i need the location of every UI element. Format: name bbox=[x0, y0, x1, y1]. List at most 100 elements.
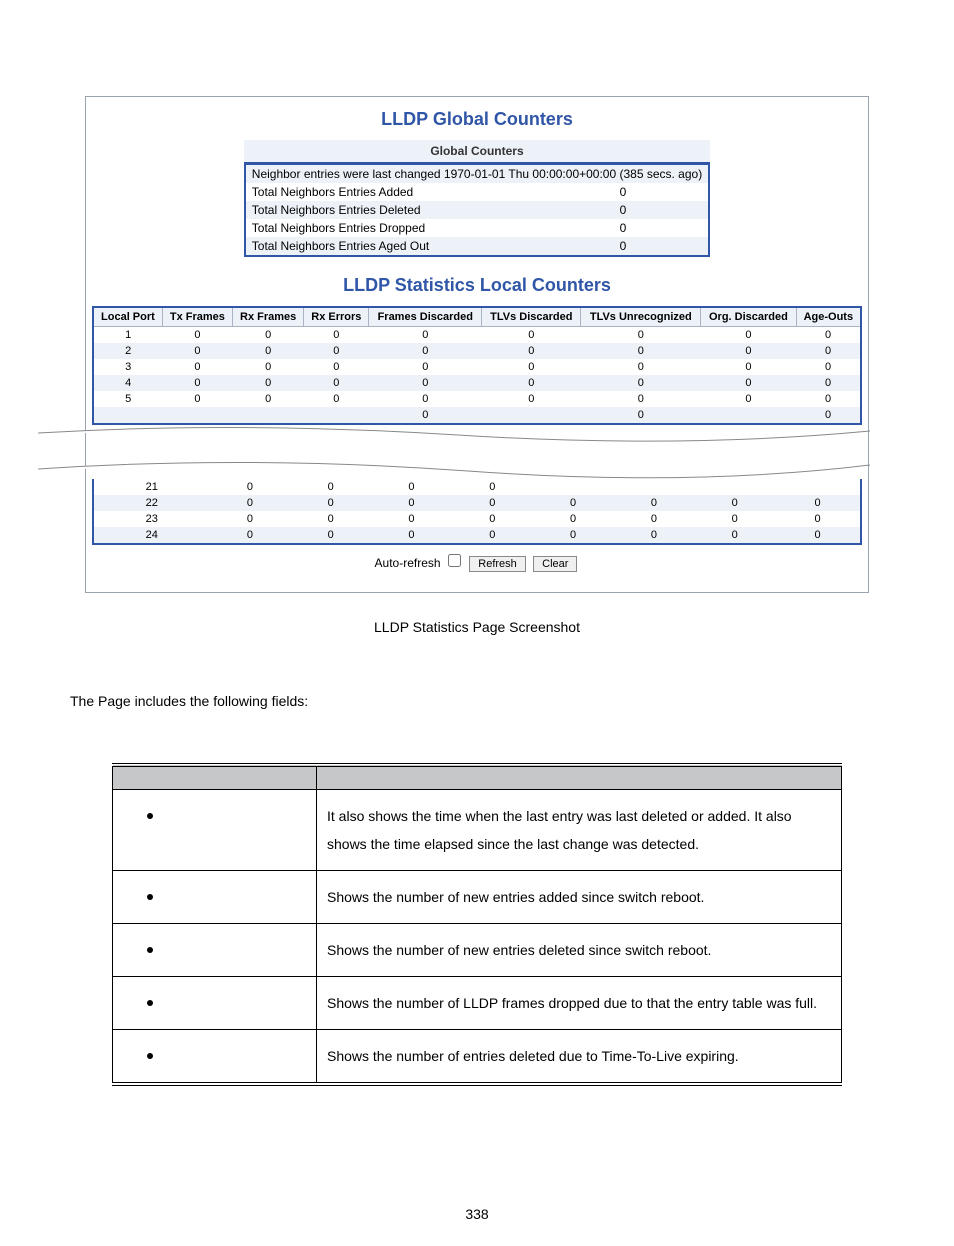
local-cell: 0 bbox=[796, 407, 861, 424]
local-cell: 0 bbox=[694, 527, 775, 544]
local-cell: 0 bbox=[533, 527, 614, 544]
local-cell: 0 bbox=[775, 495, 861, 511]
local-cell: 0 bbox=[290, 527, 371, 544]
local-cell: 0 bbox=[581, 343, 701, 359]
page-tear bbox=[86, 425, 868, 479]
local-cell: 0 bbox=[581, 327, 701, 344]
table-row: 500000000 bbox=[93, 391, 861, 407]
fields-description-table: It also shows the time when the last ent… bbox=[112, 763, 842, 1086]
table-row: 200000000 bbox=[93, 343, 861, 359]
local-cell: 0 bbox=[533, 495, 614, 511]
local-cell: 0 bbox=[369, 407, 482, 424]
local-cell bbox=[694, 479, 775, 495]
local-cell: 0 bbox=[371, 479, 452, 495]
local-cell: 0 bbox=[701, 359, 796, 375]
field-object-cell bbox=[113, 1030, 317, 1085]
global-row-value: 0 bbox=[538, 237, 709, 256]
local-cell: 0 bbox=[232, 391, 303, 407]
local-cell: 0 bbox=[694, 495, 775, 511]
local-cell: 0 bbox=[232, 343, 303, 359]
local-cell: 0 bbox=[581, 407, 701, 424]
local-header-cell: Tx Frames bbox=[162, 307, 232, 327]
local-header-cell: Local Port bbox=[93, 307, 162, 327]
local-cell: 0 bbox=[452, 495, 533, 511]
local-cell: 0 bbox=[694, 511, 775, 527]
local-cell: 0 bbox=[452, 479, 533, 495]
local-cell: 0 bbox=[304, 359, 369, 375]
local-header-cell: TLVs Unrecognized bbox=[581, 307, 701, 327]
local-cell: 0 bbox=[162, 359, 232, 375]
local-cell: 0 bbox=[796, 343, 861, 359]
refresh-button[interactable]: Refresh bbox=[469, 556, 526, 572]
local-cell: 0 bbox=[232, 359, 303, 375]
local-cell: 0 bbox=[290, 495, 371, 511]
clear-button[interactable]: Clear bbox=[533, 556, 577, 572]
local-header-cell: Age-Outs bbox=[796, 307, 861, 327]
local-cell: 0 bbox=[701, 343, 796, 359]
table-row: 100000000 bbox=[93, 327, 861, 344]
local-cell: 0 bbox=[452, 511, 533, 527]
local-cell bbox=[304, 407, 369, 424]
local-cell: 0 bbox=[232, 327, 303, 344]
auto-refresh-checkbox[interactable] bbox=[448, 554, 461, 567]
table-row: 300000000 bbox=[93, 359, 861, 375]
local-cell: 0 bbox=[210, 527, 291, 544]
local-cell: 0 bbox=[581, 359, 701, 375]
global-counters-title: LLDP Global Counters bbox=[92, 109, 862, 130]
auto-refresh-label: Auto-refresh bbox=[375, 556, 441, 570]
local-cell: 23 bbox=[93, 511, 210, 527]
local-cell: 0 bbox=[371, 495, 452, 511]
field-description-cell: Shows the number of entries deleted due … bbox=[317, 1030, 842, 1085]
local-cell: 22 bbox=[93, 495, 210, 511]
local-cell: 0 bbox=[304, 375, 369, 391]
table-row: 400000000 bbox=[93, 375, 861, 391]
global-row-label: Total Neighbors Entries Deleted bbox=[245, 201, 538, 219]
local-cell: 0 bbox=[701, 391, 796, 407]
local-cell bbox=[613, 479, 694, 495]
local-cell: 3 bbox=[93, 359, 162, 375]
local-cell: 0 bbox=[482, 327, 581, 344]
local-cell: 21 bbox=[93, 479, 210, 495]
local-counters-table-cont: 210000220000000023000000002400000000 bbox=[92, 479, 862, 545]
local-cell: 0 bbox=[210, 479, 291, 495]
table-row: 210000 bbox=[93, 479, 861, 495]
bullet-icon bbox=[147, 894, 153, 900]
local-cell: 0 bbox=[371, 527, 452, 544]
local-header-cell: Rx Frames bbox=[232, 307, 303, 327]
local-cell: 0 bbox=[162, 375, 232, 391]
local-cell: 0 bbox=[371, 511, 452, 527]
screenshot-caption: LLDP Statistics Page Screenshot bbox=[0, 619, 954, 635]
local-cell: 0 bbox=[369, 343, 482, 359]
local-cell: 0 bbox=[304, 391, 369, 407]
local-cell: 0 bbox=[452, 527, 533, 544]
field-object-cell bbox=[113, 790, 317, 871]
local-cell: 0 bbox=[162, 391, 232, 407]
local-cell: 0 bbox=[613, 527, 694, 544]
local-cell: 1 bbox=[93, 327, 162, 344]
global-row-label: Total Neighbors Entries Added bbox=[245, 183, 538, 201]
global-banner-cell: Neighbor entries were last changed 1970-… bbox=[245, 164, 709, 183]
local-cell: 0 bbox=[701, 327, 796, 344]
local-cell: 0 bbox=[210, 511, 291, 527]
local-cell: 0 bbox=[701, 375, 796, 391]
local-cell: 0 bbox=[369, 375, 482, 391]
bullet-icon bbox=[147, 813, 153, 819]
local-header-cell: Org. Discarded bbox=[701, 307, 796, 327]
local-cell bbox=[232, 407, 303, 424]
local-cell: 4 bbox=[93, 375, 162, 391]
global-row-label: Total Neighbors Entries Dropped bbox=[245, 219, 538, 237]
local-cell: 0 bbox=[796, 327, 861, 344]
local-cell: 0 bbox=[162, 343, 232, 359]
local-cell: 0 bbox=[369, 359, 482, 375]
screenshot-frame: LLDP Global Counters Global Counters Nei… bbox=[85, 96, 869, 593]
local-cell: 0 bbox=[304, 327, 369, 344]
field-object-cell bbox=[113, 871, 317, 924]
local-header-cell: TLVs Discarded bbox=[482, 307, 581, 327]
local-cell: 0 bbox=[775, 511, 861, 527]
table-row: 2400000000 bbox=[93, 527, 861, 544]
global-row-value: 0 bbox=[538, 219, 709, 237]
local-cell: 0 bbox=[304, 343, 369, 359]
field-description-cell: Shows the number of new entries added si… bbox=[317, 871, 842, 924]
fields-intro-text: The Page includes the following fields: bbox=[70, 693, 954, 709]
field-description-cell: Shows the number of new entries deleted … bbox=[317, 924, 842, 977]
